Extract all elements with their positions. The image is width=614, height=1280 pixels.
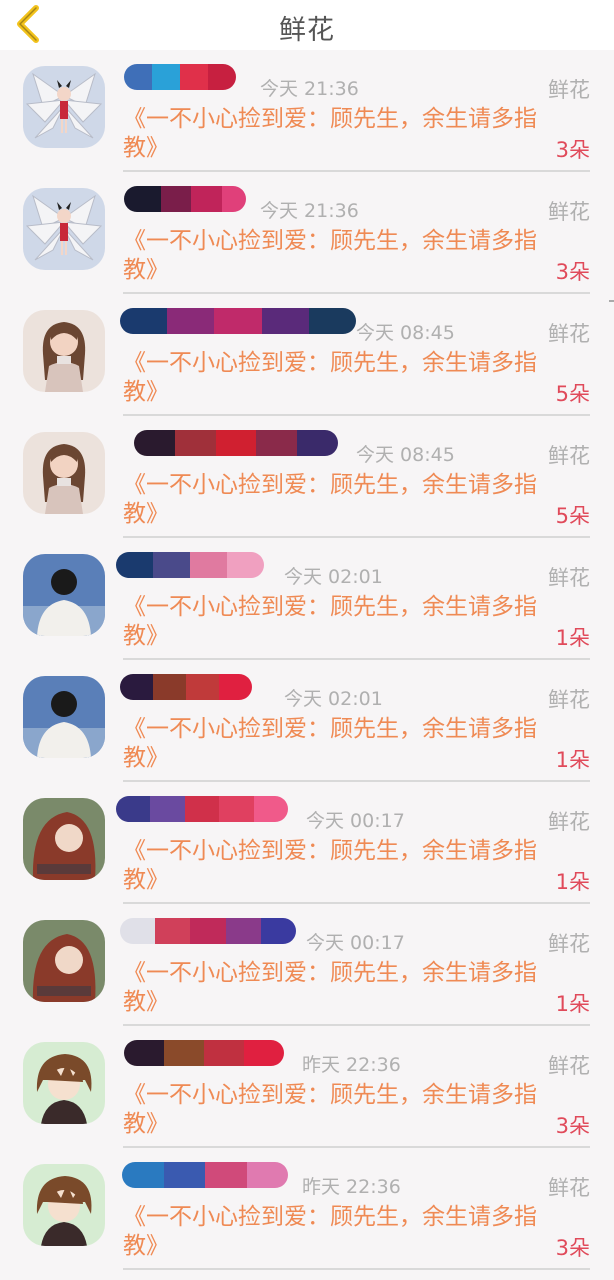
gift-type-label: 鲜花 bbox=[548, 810, 590, 834]
username-redacted bbox=[116, 796, 288, 822]
gift-type-label: 鲜花 bbox=[548, 566, 590, 590]
timestamp: 昨天 22:36 bbox=[302, 1054, 401, 1076]
page-title: 鲜花 bbox=[279, 15, 335, 46]
book-title-link[interactable]: 《一不小心捡到爱：顾先生，余生请多指教》 bbox=[123, 349, 543, 407]
gift-type-label: 鲜花 bbox=[548, 1176, 590, 1200]
username-redacted bbox=[120, 918, 296, 944]
flower-count: 1朵 bbox=[555, 748, 590, 772]
list-item[interactable]: 今天 02:01 鲜花 《一不小心捡到爱：顾先生，余生请多指教》 1朵 bbox=[0, 660, 614, 782]
timestamp: 今天 08:45 bbox=[356, 444, 455, 466]
timestamp: 今天 21:36 bbox=[260, 78, 359, 100]
book-title-link[interactable]: 《一不小心捡到爱：顾先生，余生请多指教》 bbox=[123, 471, 543, 529]
book-title-link[interactable]: 《一不小心捡到爱：顾先生，余生请多指教》 bbox=[123, 227, 543, 285]
timestamp: 今天 02:01 bbox=[284, 566, 383, 588]
timestamp: 今天 02:01 bbox=[284, 688, 383, 710]
book-title-link[interactable]: 《一不小心捡到爱：顾先生，余生请多指教》 bbox=[123, 1081, 543, 1139]
avatar[interactable] bbox=[23, 798, 105, 880]
timestamp: 今天 00:17 bbox=[306, 932, 405, 954]
username-redacted bbox=[124, 1040, 284, 1066]
avatar[interactable] bbox=[23, 920, 105, 1002]
top-bar: 鲜花 bbox=[0, 0, 614, 50]
list-item[interactable]: 昨天 22:36 鲜花 《一不小心捡到爱：顾先生，余生请多指教》 3朵 bbox=[0, 1148, 614, 1270]
timestamp: 今天 00:17 bbox=[306, 810, 405, 832]
flower-count: 3朵 bbox=[555, 1236, 590, 1260]
scroll-indicator[interactable] bbox=[609, 300, 614, 302]
list-item[interactable]: 今天 00:17 鲜花 《一不小心捡到爱：顾先生，余生请多指教》 1朵 bbox=[0, 782, 614, 904]
gift-type-label: 鲜花 bbox=[548, 200, 590, 224]
flower-count: 1朵 bbox=[555, 992, 590, 1016]
username-redacted bbox=[116, 552, 264, 578]
list-item[interactable]: 昨天 22:36 鲜花 《一不小心捡到爱：顾先生，余生请多指教》 3朵 bbox=[0, 1026, 614, 1148]
flower-count: 1朵 bbox=[555, 870, 590, 894]
flower-count: 3朵 bbox=[555, 138, 590, 162]
book-title-link[interactable]: 《一不小心捡到爱：顾先生，余生请多指教》 bbox=[123, 105, 543, 163]
gift-type-label: 鲜花 bbox=[548, 444, 590, 468]
avatar[interactable] bbox=[23, 1042, 105, 1124]
username-redacted bbox=[120, 308, 356, 334]
avatar[interactable] bbox=[23, 310, 105, 392]
list-item[interactable]: 今天 08:45 鲜花 《一不小心捡到爱：顾先生，余生请多指教》 5朵 bbox=[0, 416, 614, 538]
username-redacted bbox=[122, 1162, 288, 1188]
username-redacted bbox=[124, 186, 246, 212]
avatar[interactable] bbox=[23, 66, 105, 148]
gift-type-label: 鲜花 bbox=[548, 78, 590, 102]
avatar[interactable] bbox=[23, 432, 105, 514]
list-item[interactable]: 今天 08:45 鲜花 《一不小心捡到爱：顾先生，余生请多指教》 5朵 bbox=[0, 294, 614, 416]
gift-type-label: 鲜花 bbox=[548, 322, 590, 346]
flower-count: 5朵 bbox=[555, 504, 590, 528]
username-redacted bbox=[120, 674, 252, 700]
book-title-link[interactable]: 《一不小心捡到爱：顾先生，余生请多指教》 bbox=[123, 593, 543, 651]
flower-count: 3朵 bbox=[555, 1114, 590, 1138]
timestamp: 今天 08:45 bbox=[356, 322, 455, 344]
timestamp: 昨天 22:36 bbox=[302, 1176, 401, 1198]
book-title-link[interactable]: 《一不小心捡到爱：顾先生，余生请多指教》 bbox=[123, 715, 543, 773]
avatar[interactable] bbox=[23, 676, 105, 758]
gift-type-label: 鲜花 bbox=[548, 1054, 590, 1078]
flower-count: 5朵 bbox=[555, 382, 590, 406]
avatar[interactable] bbox=[23, 554, 105, 636]
username-redacted bbox=[134, 430, 338, 456]
list-item[interactable]: 今天 00:17 鲜花 《一不小心捡到爱：顾先生，余生请多指教》 1朵 bbox=[0, 904, 614, 1026]
divider bbox=[123, 1268, 590, 1270]
gift-type-label: 鲜花 bbox=[548, 688, 590, 712]
avatar[interactable] bbox=[23, 1164, 105, 1246]
list-item[interactable]: 今天 21:36 鲜花 《一不小心捡到爱：顾先生，余生请多指教》 3朵 bbox=[0, 50, 614, 172]
list-item[interactable]: 今天 02:01 鲜花 《一不小心捡到爱：顾先生，余生请多指教》 1朵 bbox=[0, 538, 614, 660]
list-item[interactable]: 今天 21:36 鲜花 《一不小心捡到爱：顾先生，余生请多指教》 3朵 bbox=[0, 172, 614, 294]
book-title-link[interactable]: 《一不小心捡到爱：顾先生，余生请多指教》 bbox=[123, 959, 543, 1017]
flower-count: 3朵 bbox=[555, 260, 590, 284]
avatar[interactable] bbox=[23, 188, 105, 270]
book-title-link[interactable]: 《一不小心捡到爱：顾先生，余生请多指教》 bbox=[123, 837, 543, 895]
flower-count: 1朵 bbox=[555, 626, 590, 650]
book-title-link[interactable]: 《一不小心捡到爱：顾先生，余生请多指教》 bbox=[123, 1203, 543, 1261]
timestamp: 今天 21:36 bbox=[260, 200, 359, 222]
gift-type-label: 鲜花 bbox=[548, 932, 590, 956]
username-redacted bbox=[124, 64, 236, 90]
